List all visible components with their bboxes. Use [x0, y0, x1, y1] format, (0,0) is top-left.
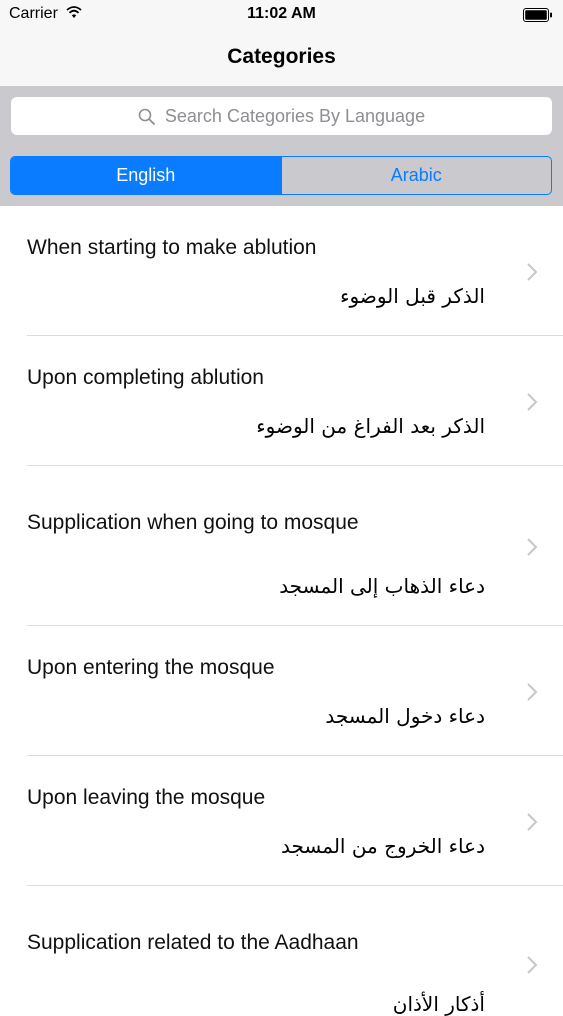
category-arabic: دعاء الذهاب إلى المسجد [279, 574, 485, 598]
status-bar: Carrier 11:02 AM [0, 0, 563, 30]
category-english: Supplication when going to mosque [27, 511, 359, 534]
segment-arabic[interactable]: Arabic [280, 157, 552, 194]
category-arabic: الذكر بعد الفراغ من الوضوء [256, 414, 485, 438]
page-title: Categories [227, 45, 336, 68]
category-english: When starting to make ablution [27, 236, 317, 259]
clock: 11:02 AM [247, 5, 316, 22]
chevron-right-icon [527, 683, 538, 701]
category-row[interactable]: Supplication when going to mosque دعاء ا… [0, 466, 563, 626]
chevron-right-icon [527, 263, 538, 281]
category-row[interactable]: Upon entering the mosque دعاء دخول المسج… [0, 626, 563, 756]
category-english: Upon entering the mosque [27, 656, 275, 679]
category-list: When starting to make ablution الذكر قبل… [0, 206, 563, 1016]
category-row[interactable]: Upon leaving the mosque دعاء الخروج من ا… [0, 756, 563, 886]
segment-english[interactable]: English [11, 157, 281, 194]
navigation-bar: Categories [0, 30, 563, 86]
search-area: Search Categories By Language English Ar… [0, 86, 563, 206]
category-row[interactable]: Upon completing ablution الذكر بعد الفرا… [0, 336, 563, 466]
category-arabic: الذكر قبل الوضوء [340, 284, 485, 308]
category-english: Supplication related to the Aadhaan [27, 931, 359, 954]
language-segmented-control: English Arabic [10, 156, 552, 195]
battery-icon [523, 8, 552, 22]
category-arabic: أذكار الأذان [392, 992, 485, 1016]
search-placeholder: Search Categories By Language [164, 105, 426, 126]
category-arabic: دعاء الخروج من المسجد [281, 834, 485, 858]
search-input[interactable]: Search Categories By Language [11, 97, 552, 135]
category-english: Upon completing ablution [27, 366, 264, 389]
category-row[interactable]: Supplication related to the Aadhaan أذكا… [0, 886, 563, 1016]
chevron-right-icon [527, 956, 538, 974]
search-icon [138, 108, 155, 125]
chevron-right-icon [527, 813, 538, 831]
category-row[interactable]: When starting to make ablution الذكر قبل… [0, 206, 563, 336]
category-arabic: دعاء دخول المسجد [325, 704, 485, 728]
chevron-right-icon [527, 393, 538, 411]
chevron-right-icon [527, 538, 538, 556]
category-english: Upon leaving the mosque [27, 786, 266, 809]
